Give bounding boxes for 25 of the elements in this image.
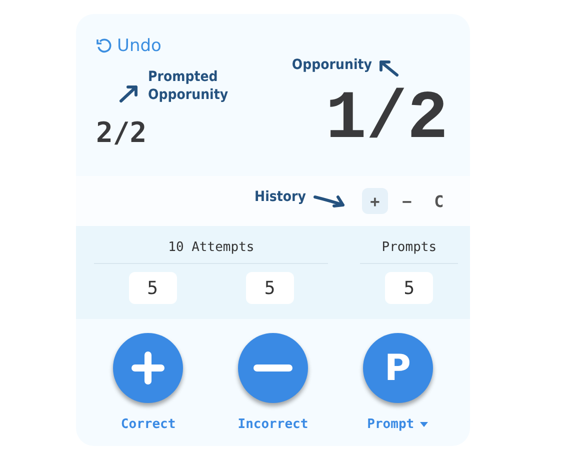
undo-icon <box>96 38 112 54</box>
count-value: 5 <box>246 272 294 304</box>
annotation-text: History <box>254 188 306 206</box>
count-value: 5 <box>385 272 434 304</box>
plus-action-button[interactable] <box>113 333 184 403</box>
action-label[interactable]: Correct <box>120 417 176 432</box>
action-label[interactable]: Incorrect <box>238 417 308 432</box>
annotation-text: Opporunity <box>148 86 228 104</box>
action-label[interactable]: Prompt <box>367 417 428 432</box>
annotation-text: Prompted <box>148 68 219 86</box>
count-value: 5 <box>128 272 177 304</box>
undo-button[interactable]: Undo <box>96 36 162 56</box>
history-button[interactable]: C <box>426 188 452 214</box>
stat-heading: Prompts <box>360 226 458 264</box>
history-button[interactable]: + <box>362 188 388 214</box>
minus-action-button[interactable] <box>238 333 308 403</box>
history-button[interactable]: − <box>394 188 420 214</box>
plus-icon <box>131 351 166 385</box>
arrow-icon <box>312 193 346 209</box>
letter-action-button[interactable]: P <box>362 333 433 403</box>
prompted-count: 2/2 <box>96 116 148 150</box>
annotation-text: Opporunity <box>292 56 372 74</box>
minus-icon <box>252 364 293 372</box>
stat-heading: 10 Attempts <box>94 226 328 264</box>
opportunity-count: 1/2 <box>326 86 448 154</box>
